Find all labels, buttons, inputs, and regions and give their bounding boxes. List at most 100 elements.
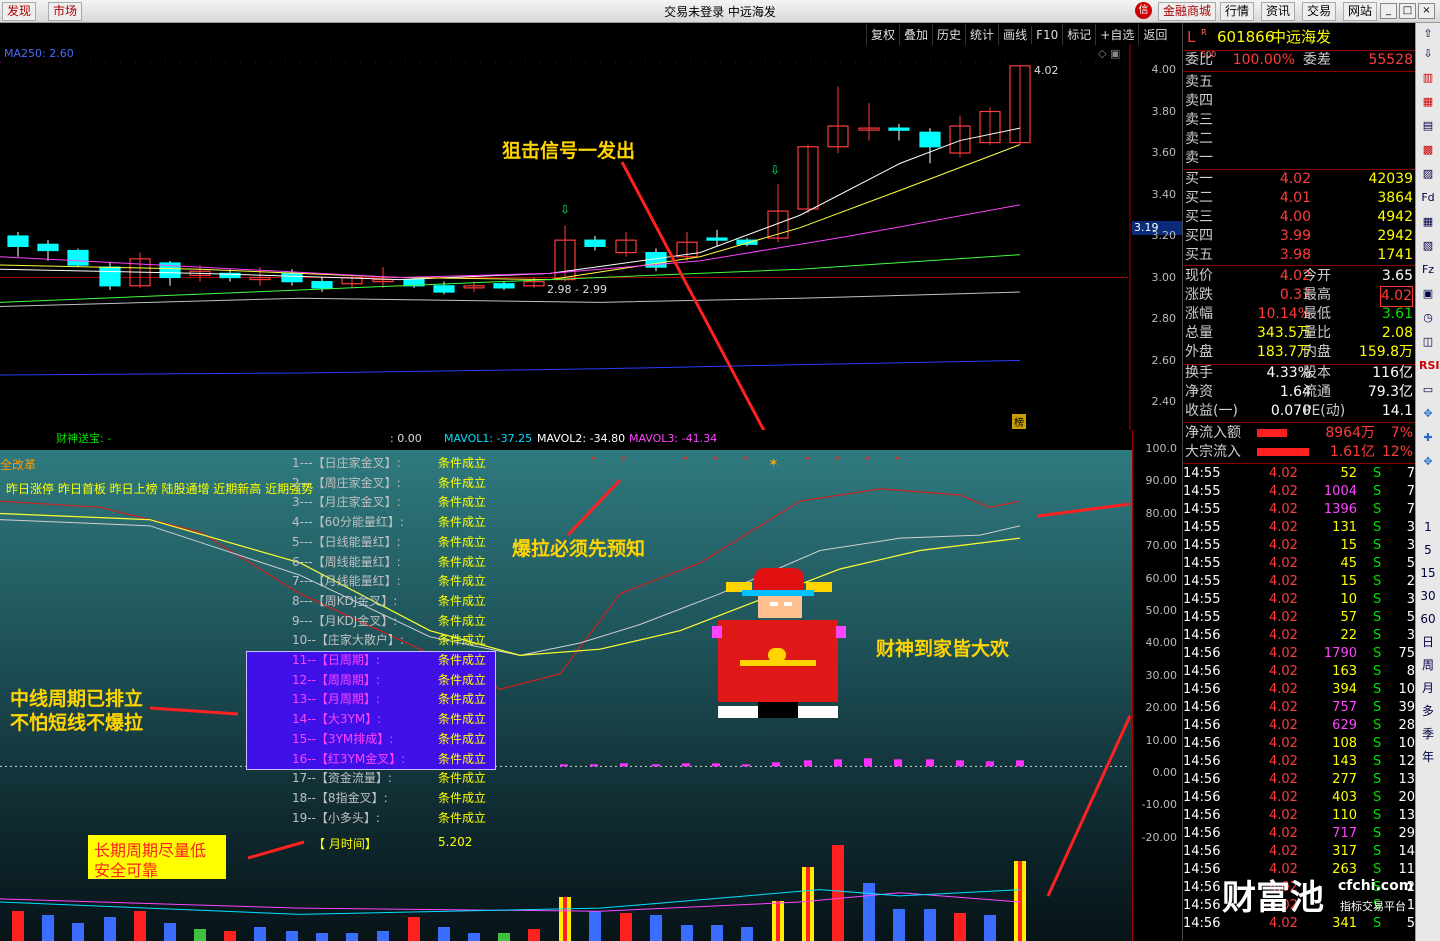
screen-icon[interactable]: ▭ — [1419, 381, 1437, 399]
up-arrow-icon: ↑ — [802, 455, 813, 470]
weibi-label: 委比 — [1185, 52, 1213, 68]
tick-price: 4.02 — [1269, 826, 1298, 841]
website-button[interactable]: 网站 — [1343, 2, 1378, 21]
tick-time: 14:55 — [1183, 574, 1221, 589]
tick-count: 13 — [1398, 772, 1415, 787]
quotes-button[interactable]: 行情 — [1220, 2, 1255, 21]
tick-price: 4.02 — [1269, 808, 1298, 823]
back-button[interactable]: 返回 — [1138, 24, 1171, 45]
period-button[interactable]: 1 — [1419, 518, 1437, 536]
period-button[interactable]: 季 — [1419, 725, 1437, 743]
overlay-button[interactable]: 叠加 — [899, 24, 932, 45]
tick-count: 8 — [1406, 664, 1415, 679]
period-button[interactable]: 15 — [1419, 564, 1437, 582]
trend-icon[interactable]: ▨ — [1419, 165, 1437, 183]
minimize-icon[interactable]: _ — [1380, 3, 1397, 19]
tick-time: 14:56 — [1183, 682, 1221, 697]
add-watchlist-button[interactable]: +自选 — [1095, 24, 1138, 45]
finance-mall-button[interactable]: 金融商城 — [1158, 2, 1217, 21]
condition-value: 条件成立 — [438, 593, 487, 608]
scroll-down-icon[interactable]: ⇩ — [1419, 45, 1437, 63]
period-button[interactable]: 5 — [1419, 541, 1437, 559]
statistics-button[interactable]: 统计 — [965, 24, 998, 45]
draw-line-button[interactable]: 画线 — [998, 24, 1031, 45]
tick-side: S — [1373, 502, 1382, 517]
condition-name: 15--【3YM排成】: — [292, 731, 394, 746]
brand-logo-icon: 信 — [1135, 2, 1152, 19]
table-icon[interactable]: ▤ — [1419, 117, 1437, 135]
tick-time: 14:56 — [1183, 664, 1221, 679]
stock-code: 601866 — [1217, 28, 1275, 46]
period-button[interactable]: 30 — [1419, 587, 1437, 605]
volume-bar — [408, 917, 420, 941]
stat-value-2: 159.8万 — [1358, 344, 1413, 360]
sell-row: 卖二 — [1185, 130, 1413, 149]
period-button[interactable]: 年 — [1419, 748, 1437, 766]
sell-level-label: 卖二 — [1185, 131, 1213, 147]
chart-settings-icon[interactable]: ◇ ▣ — [1098, 47, 1120, 60]
condition-value: 条件成立 — [438, 672, 487, 687]
histogram-bar — [590, 764, 598, 767]
tick-volume: 394 — [1332, 682, 1357, 697]
indicator-header: 财神送宝: - : 0.00 MAVOL1: -37.25 MAVOL2: -3… — [0, 430, 1132, 450]
history-button[interactable]: 历史 — [932, 24, 965, 45]
annotation-god-of-wealth: 财神到家皆大欢 — [876, 638, 1010, 660]
zoom-icon[interactable]: ✚ — [1419, 429, 1437, 447]
price-tick: 2.80 — [1151, 312, 1177, 325]
flow-row: 大宗流入 1.61亿 12% — [1185, 443, 1413, 462]
period-button[interactable]: 日 — [1419, 633, 1437, 651]
period-button[interactable]: 周 — [1419, 656, 1437, 674]
fz-icon[interactable]: Fz — [1419, 261, 1437, 279]
tick-price: 4.02 — [1269, 628, 1298, 643]
tick-row: 14:56 4.02 1790 S 75 — [1183, 645, 1415, 663]
watermark-sub: 指标交易平台 — [1340, 900, 1406, 913]
flow-bar — [1257, 448, 1309, 456]
rsi-icon[interactable]: RSI — [1419, 357, 1440, 375]
indicator-tick: 60.00 — [1145, 571, 1178, 585]
rank-badge[interactable]: 榜 — [1012, 414, 1026, 429]
stat-value-2: 4.02 — [1379, 286, 1413, 307]
buy-price: 3.98 — [1279, 247, 1311, 263]
period-button[interactable]: 多 — [1419, 702, 1437, 720]
tick-volume: 1790 — [1323, 646, 1357, 661]
tick-volume: 15 — [1340, 538, 1357, 553]
period-button[interactable]: 60 — [1419, 610, 1437, 628]
maximize-icon[interactable]: □ — [1399, 3, 1416, 19]
f10-button[interactable]: F10 — [1031, 26, 1062, 44]
bar-chart-icon[interactable]: ▥ — [1419, 69, 1437, 87]
sell-row: 卖三 — [1185, 111, 1413, 130]
pan-icon[interactable]: ✥ — [1419, 453, 1437, 471]
scroll-up-icon[interactable]: ⇧ — [1419, 25, 1437, 43]
restore-rights-button[interactable]: 复权 — [866, 24, 899, 45]
condition-row: 16--【红3YM金叉】: 条件成立 — [292, 750, 502, 770]
tick-count: 75 — [1398, 646, 1415, 661]
annotation-arrow — [620, 161, 766, 430]
grid-icon[interactable]: ▦ — [1419, 213, 1437, 231]
fund-icon[interactable]: Fd — [1419, 189, 1437, 207]
annotation-mid-cycle-1: 中线周期已排立 — [10, 688, 144, 710]
news-button[interactable]: 资讯 — [1261, 2, 1296, 21]
volume-bar — [924, 909, 936, 941]
volume-bar — [741, 927, 753, 941]
flow-pct: 7% — [1390, 425, 1413, 441]
buy-level-label: 买四 — [1185, 228, 1213, 244]
close-icon[interactable]: × — [1418, 3, 1435, 19]
tick-volume: 717 — [1332, 826, 1357, 841]
candle-icon[interactable]: ▩ — [1419, 141, 1437, 159]
kline-icon[interactable]: ▦ — [1419, 93, 1437, 111]
line-chart-icon[interactable]: ◫ — [1419, 333, 1437, 351]
period-button[interactable]: 月 — [1419, 679, 1437, 697]
condition-row: 8---【周KDJ金叉】: 条件成立 — [292, 592, 502, 612]
flow-pct: 12% — [1381, 444, 1413, 460]
list-icon[interactable]: ▧ — [1419, 237, 1437, 255]
info-icon[interactable]: ▣ — [1419, 285, 1437, 303]
condition-value: 条件成立 — [438, 712, 487, 727]
trade-button[interactable]: 交易 — [1302, 2, 1337, 21]
clock-icon[interactable]: ◷ — [1419, 309, 1437, 327]
move-icon[interactable]: ✥ — [1419, 405, 1437, 423]
price-chart-panel[interactable]: ⇩ ⇩ MA250: 2.60 ◇ ▣ 3.19 4.02 2.98 - 2.99… — [0, 44, 1182, 431]
annotation-arrow — [1046, 715, 1132, 897]
mark-button[interactable]: 标记 — [1062, 24, 1095, 45]
condition-value: 条件成立 — [438, 731, 487, 746]
tick-row: 14:56 4.02 717 S 29 — [1183, 825, 1415, 843]
